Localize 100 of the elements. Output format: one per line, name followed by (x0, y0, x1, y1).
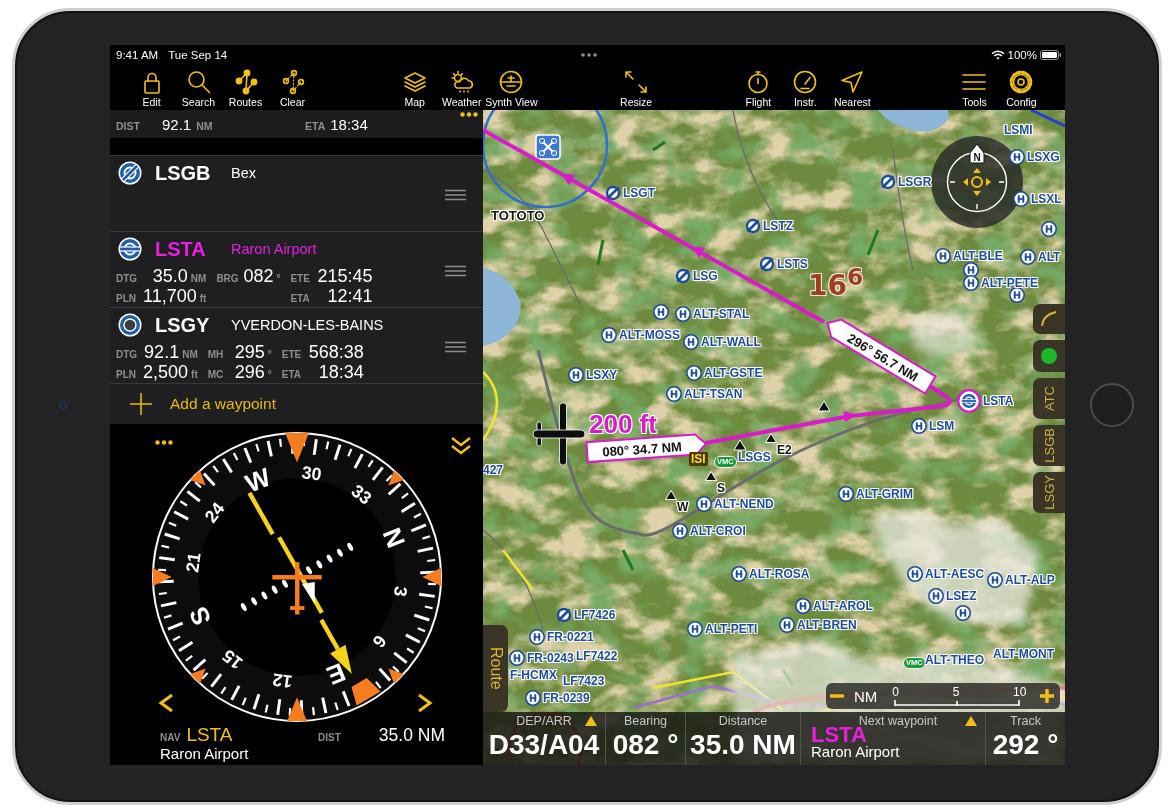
waypoint-name: Bex (231, 165, 256, 181)
toolbar-button[interactable]: Synth View (485, 65, 538, 110)
info-value: D33/A04 (488, 730, 600, 760)
toolbar-button[interactable]: Tools (950, 65, 998, 110)
heliport-icon (1009, 149, 1025, 165)
zoom-in-icon[interactable] (1039, 688, 1056, 704)
drag-handle-icon[interactable] (445, 189, 466, 201)
toolbar-button[interactable]: Map (391, 65, 439, 110)
airport-icon (759, 256, 775, 272)
waypoint-row[interactable]: LSTA Raron Airport DTG 35.0 NM BRG 082 ° ETE 215:45 PLN 11,700 ft ETA 12:41 (110, 231, 483, 307)
map-label: ALT-ALP (1005, 573, 1055, 587)
triangle-marker-icon (705, 471, 717, 481)
toolbar-button[interactable]: Edit (128, 65, 175, 110)
toolbar-button[interactable]: Clear (269, 65, 316, 110)
map-label: ALT-BLE (953, 249, 1003, 263)
map-label: ISI (689, 452, 708, 466)
toolbar-button[interactable]: Config (997, 65, 1045, 110)
heliport-icon (935, 248, 951, 264)
heliport-icon (779, 617, 795, 633)
summary-unit: NM (196, 119, 213, 132)
to-from-flag-icon (301, 581, 315, 604)
compass-heading-label: W (240, 462, 274, 498)
toolbar-button[interactable]: Nearest (828, 65, 876, 110)
waypoint-ident: LSGB (155, 161, 212, 185)
side-tab[interactable]: ATC (1033, 378, 1065, 419)
stat-label: ETA (281, 369, 303, 380)
summary-value: 18:34 (330, 115, 368, 133)
triangle-marker-icon (817, 400, 831, 412)
heliport-icon (907, 566, 923, 582)
side-tab[interactable] (1033, 304, 1065, 334)
map-label: ALT-TSAN (684, 387, 743, 401)
map-label: TOTOTO (491, 209, 545, 223)
stat-label: PLN (116, 293, 137, 304)
search-icon (185, 69, 212, 95)
side-tab[interactable] (1033, 340, 1065, 372)
drag-handle-icon[interactable] (445, 341, 466, 353)
compass-heading-label: 15 (218, 645, 247, 674)
multitask-dots-icon[interactable] (581, 53, 597, 57)
chevron-right-icon[interactable] (417, 693, 433, 713)
map-label: ALT (1038, 250, 1061, 264)
deviation-dot-icon (305, 566, 312, 575)
deviation-dot-icon (261, 591, 267, 600)
dist-value: 35.0 NM (378, 724, 445, 746)
horizon-dial-icon (498, 69, 525, 95)
map-label: S (717, 481, 725, 495)
compass-heading-label: 21 (181, 551, 205, 574)
layers-icon (401, 69, 428, 95)
dropdown-triangle-icon[interactable] (965, 716, 977, 726)
deviation-dot-icon (326, 554, 332, 563)
runway-airfield-icon (118, 161, 142, 185)
drag-handle-icon[interactable] (445, 265, 466, 277)
toolbar-button[interactable]: Search (175, 65, 222, 110)
toolbar-button[interactable]: Weather (438, 65, 486, 110)
compass-heading-label: 12 (270, 669, 294, 692)
side-tab[interactable]: LSGY (1033, 472, 1065, 513)
airport-icon (675, 268, 691, 284)
heliport-icon (653, 304, 669, 320)
triangle-marker-icon (665, 490, 677, 500)
waypoint-name: Raron Airport (231, 241, 317, 257)
toolbar-button[interactable]: Flight (734, 65, 782, 110)
toolbar-button[interactable]: Routes (222, 65, 269, 110)
side-tab[interactable]: LSGB (1033, 425, 1065, 466)
wifi-icon (990, 50, 1005, 60)
double-chevron-down-icon[interactable] (450, 436, 472, 456)
more-icon[interactable] (155, 440, 173, 445)
stat-value: 11,700 (143, 286, 197, 307)
stat-unit: ° (267, 349, 272, 360)
map-label: FR-0239 (543, 691, 590, 705)
toolbar-button[interactable]: Resize (612, 65, 660, 110)
map-label: ALT-THEO (925, 653, 985, 667)
deviation-dot-icon (281, 579, 288, 588)
nav-label: NAV (160, 732, 181, 743)
map-label: ALT-PETI (705, 622, 758, 636)
status-date: Tue Sep 14 (168, 49, 228, 61)
dropdown-triangle-icon[interactable] (585, 716, 597, 726)
heliport-icon (928, 588, 944, 604)
waypoint-row[interactable]: LSGY YVERDON-LES-BAINS DTG 92.1 NM MH 295 ° ETE 568:38 PLN 2,500 ft MC 296 ° ETA 18:34 (110, 307, 483, 383)
map-label: ALT-ROSA (749, 567, 810, 581)
sun-cloud-rain-icon (448, 69, 475, 95)
map-label: ALT-CROI (690, 524, 746, 538)
info-value: LSTA (811, 726, 867, 744)
map-label: LSXY (586, 368, 618, 382)
map-label: LSTS (777, 257, 808, 271)
chevron-left-icon[interactable] (158, 693, 174, 713)
heliport-icon (1009, 287, 1025, 303)
toolbar-button[interactable]: Instr. (781, 65, 829, 110)
leg-distance-tag: 296° 56.7 NM (826, 318, 937, 395)
heliport-icon (666, 386, 682, 402)
deviation-dot-icon (240, 603, 247, 612)
stat-label: DTG (116, 273, 139, 284)
heliport-icon (672, 523, 688, 539)
compass-heading-label: S (183, 603, 216, 630)
stat-value: 568:38 (308, 342, 364, 363)
heliport-icon (795, 598, 811, 614)
route-tab[interactable]: Route (483, 625, 508, 712)
airport-icon (745, 218, 761, 234)
stat-value: 18:34 (318, 362, 364, 383)
more-icon[interactable] (460, 112, 478, 117)
heliport-icon (987, 572, 1003, 588)
heliport-icon (838, 486, 854, 502)
